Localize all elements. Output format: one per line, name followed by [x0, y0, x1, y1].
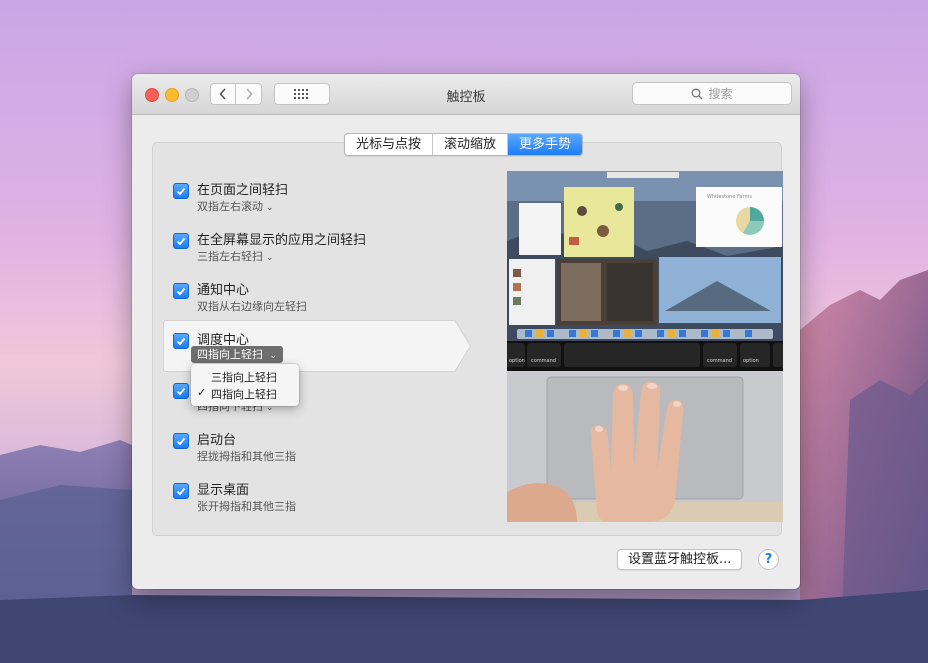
gesture-show-desktop-checkbox[interactable]	[173, 483, 189, 499]
gesture-option-popup[interactable]: 双指左右滚动 ⌄	[197, 198, 274, 214]
checkmark-icon	[176, 387, 186, 395]
gesture-mission-control-checkbox[interactable]	[173, 333, 189, 349]
gesture-launchpad-checkbox[interactable]	[173, 433, 189, 449]
key-label: command	[707, 358, 732, 364]
trackpad-preferences-window: 触控板 搜索 光标与点按 滚动缩放 更多手势 在页面之间轻扫 双指左右滚动 ⌄ 在…	[132, 74, 800, 589]
checkmark-icon	[176, 237, 186, 245]
gesture-description: 张开拇指和其他三指	[197, 500, 296, 513]
key-label: option	[509, 358, 525, 364]
search-field[interactable]: 搜索	[632, 82, 792, 105]
gesture-title: 显示桌面	[197, 483, 250, 498]
key-label: command	[531, 358, 556, 364]
checkmark-icon	[176, 437, 186, 445]
help-button[interactable]: ?	[758, 549, 779, 570]
checkmark-icon	[176, 187, 186, 195]
gesture-app-expose-checkbox[interactable]	[173, 383, 189, 399]
preview-card-title: Whitestone Farms	[707, 194, 752, 200]
mission-control-option-popup[interactable]: 四指向上轻扫 ⌄	[191, 346, 284, 363]
chevron-down-icon: ⌄	[269, 351, 278, 361]
checkmark-icon	[176, 337, 186, 345]
chevron-down-icon: ⌄	[266, 253, 274, 263]
gesture-description: 捏拢拇指和其他三指	[197, 450, 296, 463]
checkmark-icon: ✓	[197, 386, 207, 399]
tab-more-gestures[interactable]: 更多手势	[508, 134, 583, 155]
checkmark-icon	[176, 287, 186, 295]
gesture-title: 在页面之间轻扫	[197, 183, 289, 198]
gesture-option-popup[interactable]: 三指左右轻扫 ⌄	[197, 248, 274, 264]
gesture-notification-center-checkbox[interactable]	[173, 283, 189, 299]
chevron-down-icon: ⌄	[266, 203, 274, 213]
gesture-swipe-fullscreen-apps-checkbox[interactable]	[173, 233, 189, 249]
key-label: option	[743, 358, 759, 364]
menu-item-three-finger[interactable]: 三指向上轻扫	[211, 369, 277, 385]
menu-item-four-finger[interactable]: 四指向上轻扫	[211, 386, 277, 402]
tab-bar: 光标与点按 滚动缩放 更多手势	[344, 133, 584, 156]
gesture-title: 通知中心	[197, 283, 250, 298]
gesture-preview-video: Whitestone Farms command command option …	[507, 171, 783, 522]
gesture-title: 启动台	[197, 433, 237, 448]
gesture-title: 在全屏幕显示的应用之间轻扫	[197, 233, 367, 248]
gesture-description: 双指从右边缘向左轻扫	[197, 300, 307, 313]
search-icon	[692, 88, 703, 99]
tab-point-click[interactable]: 光标与点按	[345, 134, 434, 155]
gestures-panel: 在页面之间轻扫 双指左右滚动 ⌄ 在全屏幕显示的应用之间轻扫 三指左右轻扫 ⌄ 通知…	[152, 142, 783, 536]
gesture-option-menu: 三指向上轻扫 ✓ 四指向上轻扫	[191, 364, 299, 406]
gesture-swipe-pages-checkbox[interactable]	[173, 183, 189, 199]
tab-scroll-zoom[interactable]: 滚动缩放	[433, 134, 509, 155]
checkmark-icon	[176, 487, 186, 495]
setup-bluetooth-trackpad-button[interactable]: 设置蓝牙触控板...	[617, 549, 743, 570]
search-placeholder: 搜索	[708, 87, 733, 101]
title-bar: 触控板 搜索	[132, 74, 800, 115]
